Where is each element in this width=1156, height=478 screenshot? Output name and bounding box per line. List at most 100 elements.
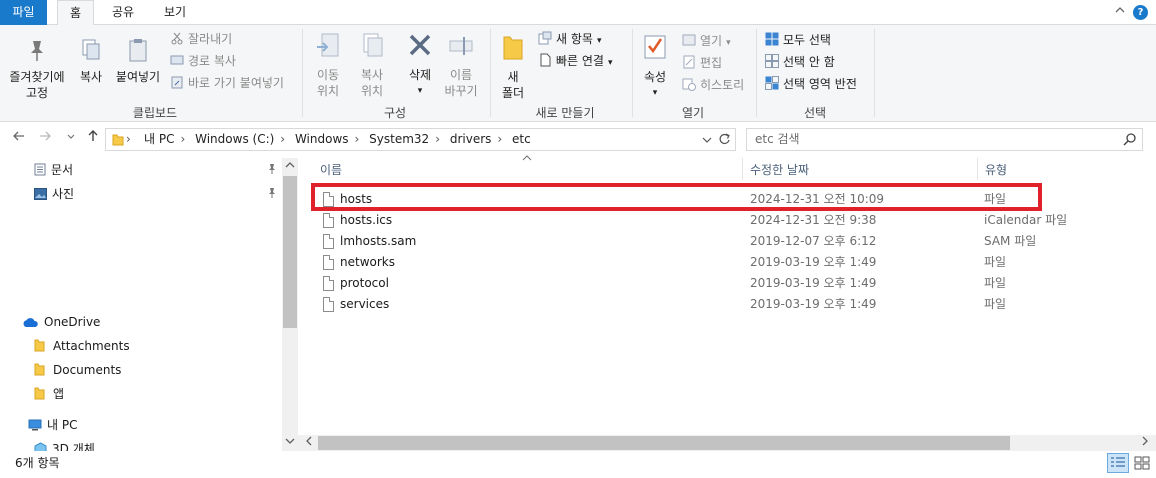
nav-item-attachments[interactable]: Attachments — [34, 336, 130, 356]
invert-selection-button[interactable]: 선택 영역 반전 — [765, 74, 857, 94]
tab-share[interactable]: 공유 — [105, 0, 141, 25]
folder-icon — [34, 386, 45, 406]
tab-home[interactable]: 홈 — [57, 0, 94, 26]
rename-button[interactable]: 이름 바꾸기 — [440, 31, 482, 99]
nav-item-pictures[interactable]: 사진 — [34, 184, 74, 204]
column-header-date[interactable]: 수정한 날짜 — [750, 160, 809, 180]
open-group-label: 열기 — [681, 106, 705, 120]
tab-view[interactable]: 보기 — [155, 0, 195, 25]
paste-shortcut-button[interactable]: 바로 가기 붙여넣기 — [170, 73, 284, 93]
pinned-icon — [267, 187, 277, 199]
select-none-button[interactable]: 선택 안 함 — [765, 52, 835, 72]
nav-item-label: Attachments — [53, 339, 130, 353]
ribbon: 즐겨찾기에 고정 복사 붙여넣기 잘라내기 경로 복사 바로 가기 붙여넣기 클… — [0, 25, 1156, 122]
delete-dropdown-icon[interactable]: ▾ — [400, 83, 440, 99]
breadcrumb-arrow-icon[interactable]: › — [355, 132, 360, 146]
copy-to-label-line2: 위치 — [360, 84, 384, 98]
pin-icon — [4, 37, 70, 67]
select-group-label: 선택 — [803, 106, 827, 120]
help-icon[interactable]: ? — [1133, 5, 1148, 20]
delete-x-icon — [400, 31, 440, 65]
back-arrow-icon[interactable] — [10, 128, 28, 150]
file-list-scroll-thumb[interactable] — [318, 436, 1010, 450]
breadcrumb-item[interactable]: System32 — [369, 132, 429, 146]
select-all-button[interactable]: 모두 선택 — [765, 30, 831, 50]
scissors-icon — [170, 31, 184, 45]
search-box[interactable]: etc 검색 — [746, 128, 1143, 151]
file-name: lmhosts.sam — [340, 234, 417, 248]
easy-access-icon — [538, 53, 552, 67]
easy-access-button[interactable]: 빠른 연결 ▾ — [538, 51, 613, 71]
breadcrumb-item[interactable]: etc — [512, 132, 531, 146]
file-row[interactable]: networks 2019-03-19 오후 1:49 파일 — [313, 252, 1156, 273]
copy-path-button[interactable]: 경로 복사 — [170, 51, 236, 71]
file-row[interactable]: protocol 2019-03-19 오후 1:49 파일 — [313, 273, 1156, 294]
copy-label: 복사 — [79, 70, 103, 84]
address-dropdown-icon[interactable] — [702, 134, 712, 148]
column-divider[interactable] — [742, 158, 743, 180]
open-icon — [682, 33, 696, 47]
edit-button[interactable]: 편집 — [682, 53, 722, 73]
new-folder-button[interactable]: 새 폴더 — [496, 31, 530, 101]
file-row[interactable]: hosts.ics 2024-12-31 오전 9:38 iCalendar 파… — [313, 210, 1156, 231]
pin-to-quick-access-button[interactable]: 즐겨찾기에 고정 — [4, 37, 70, 101]
up-arrow-icon[interactable] — [84, 128, 102, 150]
ribbon-separator — [490, 29, 491, 117]
scroll-right-arrow-icon[interactable] — [1138, 436, 1152, 450]
nav-item-documents-onedrive[interactable]: Documents — [34, 360, 121, 380]
details-view-button[interactable] — [1107, 453, 1129, 473]
breadcrumb-item[interactable]: Windows — [295, 132, 349, 146]
breadcrumb-arrow-icon[interactable]: › — [180, 132, 185, 146]
breadcrumb-arrow-icon[interactable]: › — [497, 132, 502, 146]
breadcrumb-arrow-icon[interactable]: › — [435, 132, 440, 146]
nav-item-onedrive[interactable]: OneDrive — [22, 312, 100, 332]
breadcrumb-arrow-icon[interactable]: › — [280, 132, 285, 146]
delete-button[interactable]: 삭제 ▾ — [400, 31, 440, 99]
status-bar — [0, 451, 1156, 478]
large-icons-view-button[interactable] — [1131, 453, 1153, 473]
recent-locations-icon[interactable] — [62, 128, 80, 150]
file-date: 2024-12-31 오전 9:38 — [750, 213, 877, 227]
nav-item-documents[interactable]: 문서 — [34, 160, 73, 180]
breadcrumb-item[interactable]: 내 PC — [144, 132, 174, 146]
item-count: 6개 항목 — [15, 456, 60, 470]
cut-label: 잘라내기 — [188, 32, 233, 46]
copy-button[interactable]: 복사 — [74, 37, 108, 85]
onedrive-cloud-icon — [22, 314, 39, 334]
breadcrumb-item[interactable]: drivers — [450, 132, 492, 146]
folder-icon — [496, 31, 530, 67]
history-button[interactable]: 히스토리 — [682, 75, 744, 95]
properties-button[interactable]: 속성 ▾ — [638, 31, 672, 101]
cut-button[interactable]: 잘라내기 — [170, 29, 232, 49]
properties-dropdown-icon[interactable]: ▾ — [638, 85, 672, 101]
nav-pane-scroll-thumb[interactable] — [283, 176, 297, 328]
file-row[interactable]: lmhosts.sam 2019-12-07 오후 6:12 SAM 파일 — [313, 231, 1156, 252]
move-to-button[interactable]: 이동 위치 — [308, 31, 348, 99]
column-header-type[interactable]: 유형 — [985, 160, 1007, 180]
search-icon[interactable] — [1123, 133, 1136, 149]
collapse-ribbon-icon[interactable] — [1112, 4, 1128, 20]
address-bar[interactable]: › 내 PC › Windows (C:) › Windows › System32 ›… — [105, 128, 736, 151]
refresh-icon[interactable] — [718, 132, 731, 149]
nav-item-3d-objects[interactable]: 3D 개체 — [34, 439, 95, 451]
tab-file[interactable]: 파일 — [0, 0, 47, 25]
file-row[interactable]: services 2019-03-19 오후 1:49 파일 — [313, 294, 1156, 315]
breadcrumb-item[interactable]: Windows (C:) — [195, 132, 274, 146]
scroll-up-arrow-icon[interactable] — [283, 160, 297, 174]
move-to-label-line1: 이동 — [316, 68, 340, 82]
scroll-down-arrow-icon[interactable] — [283, 436, 297, 450]
forward-arrow-icon[interactable] — [36, 128, 54, 150]
copy-path-label: 경로 복사 — [188, 54, 236, 68]
copy-to-button[interactable]: 복사 위치 — [352, 31, 392, 99]
open-button[interactable]: 열기 ▾ — [682, 31, 731, 51]
nav-item-this-pc[interactable]: 내 PC — [28, 415, 77, 435]
file-name: hosts.ics — [340, 213, 393, 227]
scroll-left-arrow-icon[interactable] — [302, 436, 316, 450]
column-header-name[interactable]: 이름 — [320, 160, 342, 180]
new-item-button[interactable]: 새 항목 ▾ — [538, 29, 601, 49]
nav-item-apps[interactable]: 앱 — [34, 384, 64, 404]
highlight-box — [311, 183, 1042, 211]
file-icon — [323, 255, 334, 270]
column-divider[interactable] — [977, 158, 978, 180]
paste-button[interactable]: 붙여넣기 — [112, 37, 164, 85]
